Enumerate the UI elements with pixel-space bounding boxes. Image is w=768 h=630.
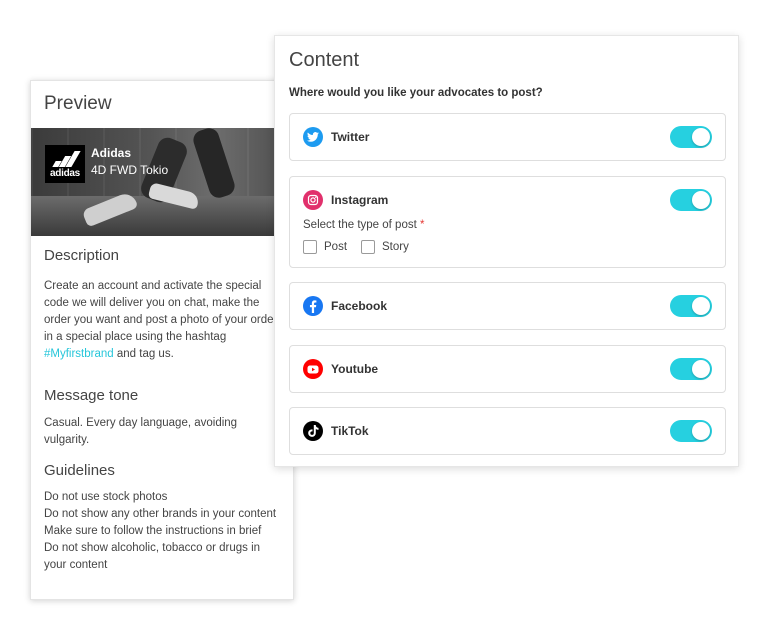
network-label: TikTok bbox=[331, 424, 369, 438]
description-text: Create an account and activate the speci… bbox=[44, 280, 278, 360]
facebook-toggle[interactable] bbox=[670, 295, 712, 317]
adidas-logo: adidas bbox=[45, 145, 85, 183]
guidelines-heading: Guidelines bbox=[44, 462, 115, 479]
network-card-instagram: Instagram Select the type of post * Post… bbox=[289, 176, 726, 268]
network-card-facebook: Facebook bbox=[289, 282, 726, 330]
story-checkbox-label[interactable]: Story bbox=[382, 241, 409, 253]
logo-wordmark: adidas bbox=[50, 168, 80, 179]
network-label: Instagram bbox=[331, 193, 389, 207]
message-tone-heading: Message tone bbox=[44, 387, 139, 404]
facebook-icon bbox=[303, 296, 323, 316]
network-label: Twitter bbox=[331, 130, 370, 144]
product-name: 4D FWD Tokio bbox=[91, 163, 169, 177]
post-checkbox[interactable] bbox=[303, 240, 317, 254]
post-type-label: Select the type of post * bbox=[303, 219, 425, 231]
message-tone-text: Casual. Every day language, avoiding vul… bbox=[44, 417, 238, 446]
post-destination-question: Where would you like your advocates to p… bbox=[289, 87, 543, 99]
content-card: Content Where would you like your advoca… bbox=[274, 35, 739, 467]
network-label: Facebook bbox=[331, 299, 388, 313]
hashtag-link[interactable]: #Myfirstbrand bbox=[44, 348, 114, 360]
content-title: Content bbox=[289, 49, 360, 71]
tiktok-icon bbox=[303, 421, 323, 441]
guideline-item: Do not use stock photos bbox=[44, 491, 168, 503]
network-label: Youtube bbox=[331, 362, 379, 376]
instagram-icon bbox=[303, 190, 323, 210]
brand-name: Adidas bbox=[91, 146, 132, 160]
guideline-item: Make sure to follow the instructions in … bbox=[44, 525, 262, 537]
preview-card: Preview adidas Adidas 4D FWD Tokio Descr… bbox=[30, 80, 295, 600]
twitter-icon bbox=[303, 127, 323, 147]
guideline-item: Do not show any other brands in your con… bbox=[44, 508, 277, 520]
tiktok-toggle[interactable] bbox=[670, 420, 712, 442]
story-checkbox[interactable] bbox=[361, 240, 376, 254]
youtube-toggle[interactable] bbox=[670, 358, 712, 380]
guideline-item: Do not show alcoholic, tobacco or drugs … bbox=[44, 542, 261, 571]
youtube-icon bbox=[303, 359, 323, 379]
instagram-toggle[interactable] bbox=[670, 189, 712, 211]
preview-title: Preview bbox=[44, 93, 112, 114]
post-checkbox-label[interactable]: Post bbox=[324, 241, 347, 253]
guidelines-list: Do not use stock photos Do not show any … bbox=[44, 489, 284, 574]
network-card-tiktok: TikTok bbox=[289, 407, 726, 455]
network-card-twitter: Twitter bbox=[289, 113, 726, 161]
twitter-toggle[interactable] bbox=[670, 126, 712, 148]
description-heading: Description bbox=[44, 247, 120, 264]
product-hero-image: adidas Adidas 4D FWD Tokio bbox=[31, 128, 295, 236]
required-marker: * bbox=[420, 219, 425, 231]
network-card-youtube: Youtube bbox=[289, 345, 726, 393]
